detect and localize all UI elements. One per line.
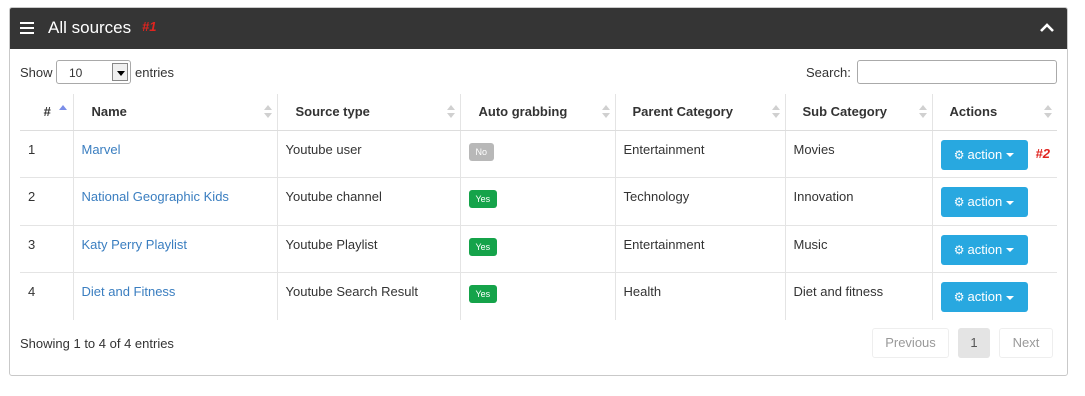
column-header-parent-category[interactable]: Parent Category (614, 94, 785, 131)
caret-down-icon (1006, 248, 1015, 253)
column-header-sub-category[interactable]: Sub Category (784, 94, 932, 131)
sort-icon[interactable] (601, 105, 610, 119)
action-label: action (967, 241, 1003, 257)
actions-cell: ⚙ action (931, 224, 1057, 273)
status-badge: Yes (468, 237, 498, 256)
annotation-2: #2 (1035, 145, 1050, 161)
sort-icon[interactable] (263, 105, 272, 119)
parent-category-cell: Technology (614, 177, 785, 225)
action-button[interactable]: ⚙ action (940, 282, 1028, 312)
gear-icon: ⚙ (953, 290, 965, 304)
gear-icon: ⚙ (953, 195, 965, 209)
name-cell: Diet and Fitness (72, 272, 277, 320)
source-name-link[interactable]: Diet and Fitness (82, 284, 176, 299)
column-label: Actions (949, 104, 998, 120)
sub-category-cell: Innovation (784, 177, 932, 225)
chevron-up-icon[interactable] (1039, 20, 1055, 36)
previous-button[interactable]: Previous (872, 328, 949, 358)
sources-table: # Name Source type Auto grabbing Parent … (20, 94, 1057, 320)
status-badge: Yes (468, 285, 498, 303)
panel-header: All sources #1 (10, 8, 1067, 49)
page-1-button[interactable]: 1 (958, 328, 990, 358)
auto-grabbing-cell: Yes (459, 272, 615, 320)
auto-grabbing-cell: Yes (459, 177, 615, 225)
column-header-auto-grabbing[interactable]: Auto grabbing (459, 94, 615, 131)
status-badge: Yes (468, 190, 498, 208)
table-row: 2 National Geographic Kids Youtube chann… (20, 177, 1057, 225)
table-info: Showing 1 to 4 of 4 entries (20, 336, 174, 351)
search-label: Search: (806, 65, 851, 80)
caret-down-icon (1006, 153, 1015, 158)
column-header-source-type[interactable]: Source type (276, 94, 460, 131)
sources-panel: All sources #1 Show 10 entries Search: # (9, 7, 1068, 376)
caret-down-icon (1006, 200, 1015, 205)
action-label: action (967, 289, 1003, 304)
panel-title: All sources (48, 18, 132, 37)
page-size-value: 10 (69, 66, 83, 80)
actions-cell: ⚙ action #2 (931, 130, 1057, 178)
action-button[interactable]: ⚙ action (940, 234, 1028, 265)
parent-category-cell: Entertainment (614, 224, 785, 273)
status-badge: No (468, 142, 495, 161)
gear-icon: ⚙ (953, 147, 965, 162)
name-cell: Marvel (72, 130, 277, 178)
source-type-cell: Youtube Search Result (276, 272, 460, 320)
source-name-link[interactable]: Marvel (82, 142, 121, 157)
parent-category-cell: Health (614, 272, 785, 320)
column-header-number[interactable]: # (20, 94, 73, 131)
caret-down-icon (1006, 295, 1015, 300)
row-number: 4 (20, 272, 73, 320)
sort-icon[interactable] (1044, 105, 1052, 119)
sort-asc-icon[interactable] (58, 105, 67, 119)
table-row: 3 Katy Perry Playlist Youtube Playlist Y… (20, 224, 1057, 273)
column-label: Name (91, 104, 127, 120)
sub-category-cell: Diet and fitness (784, 272, 932, 320)
column-label: Parent Category (632, 104, 733, 120)
table-controls: Show 10 entries Search: (10, 49, 1067, 94)
annotation-1: #1 (142, 19, 157, 34)
table-row: 4 Diet and Fitness Youtube Search Result… (20, 272, 1057, 320)
source-name-link[interactable]: National Geographic Kids (82, 189, 229, 204)
column-header-name[interactable]: Name (72, 94, 277, 131)
sort-icon[interactable] (771, 105, 780, 119)
auto-grabbing-cell: Yes (459, 224, 615, 273)
gear-icon: ⚙ (953, 242, 965, 257)
row-number: 3 (20, 224, 73, 273)
auto-grabbing-cell: No (459, 130, 615, 178)
table-row: 1 Marvel Youtube user No Entertainment M… (20, 130, 1057, 178)
sort-icon[interactable] (446, 105, 455, 119)
source-type-cell: Youtube Playlist (276, 224, 460, 273)
column-header-actions[interactable]: Actions (931, 94, 1057, 131)
action-label: action (967, 194, 1003, 209)
sub-category-cell: Movies (784, 130, 932, 178)
dropdown-arrow-icon[interactable] (112, 63, 128, 81)
actions-cell: ⚙ action (931, 177, 1057, 225)
source-name-link[interactable]: Katy Perry Playlist (82, 237, 187, 252)
action-button[interactable]: ⚙ action #2 (940, 139, 1050, 170)
source-type-cell: Youtube channel (276, 177, 460, 225)
search-input[interactable] (857, 60, 1057, 84)
name-cell: National Geographic Kids (72, 177, 277, 225)
name-cell: Katy Perry Playlist (72, 224, 277, 273)
sub-category-cell: Music (784, 224, 932, 273)
column-label: # (43, 104, 51, 120)
table-header-row: # Name Source type Auto grabbing Parent … (20, 94, 1057, 131)
action-label: action (967, 146, 1003, 162)
source-type-cell: Youtube user (276, 130, 460, 178)
column-label: Source type (295, 104, 370, 120)
entries-label: entries (135, 65, 175, 80)
next-button[interactable]: Next (999, 328, 1053, 358)
row-number: 1 (28, 141, 36, 157)
action-button[interactable]: ⚙ action (940, 187, 1028, 217)
column-label: Auto grabbing (478, 104, 568, 120)
sort-icon[interactable] (918, 105, 927, 119)
hamburger-icon[interactable] (20, 22, 34, 34)
row-number: 2 (20, 177, 73, 225)
actions-cell: ⚙ action (931, 272, 1057, 320)
column-label: Sub Category (802, 104, 888, 120)
parent-category-cell: Entertainment (614, 130, 785, 178)
page-size-select[interactable]: 10 (56, 60, 131, 84)
show-label: Show (20, 65, 53, 80)
